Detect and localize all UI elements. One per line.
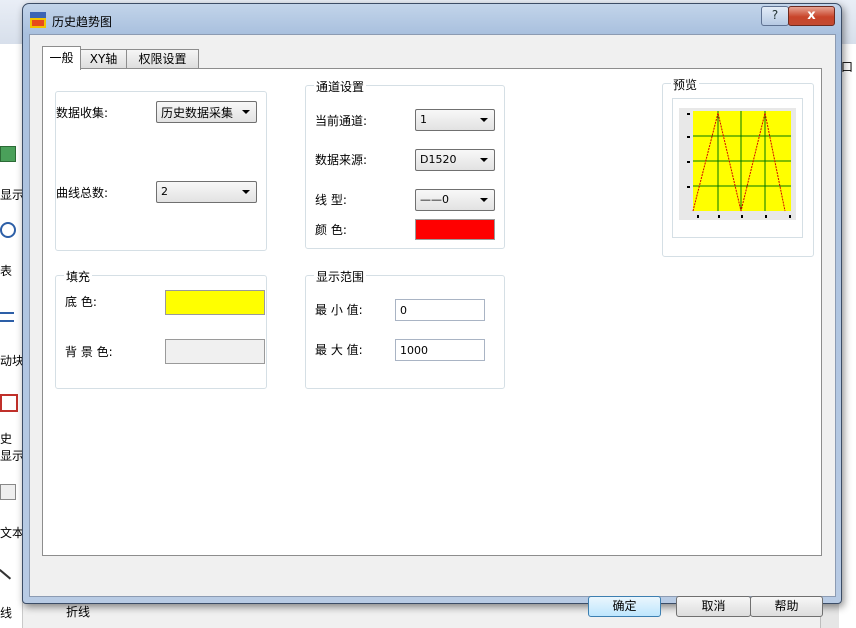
curve-count-label: 曲线总数: bbox=[56, 186, 109, 200]
chevron-down-icon bbox=[480, 198, 488, 202]
text-icon[interactable] bbox=[0, 484, 16, 500]
title-bar[interactable]: 历史趋势图 ? x bbox=[23, 4, 841, 32]
curve-count-combo[interactable]: 2 bbox=[156, 181, 257, 203]
max-value-text: 1000 bbox=[400, 344, 428, 357]
palette-label: 文本 bbox=[0, 526, 25, 540]
general-tab-panel: 数据收集: 历史数据采集 曲线总数: 2 通道设置 当前通道: 1 数据来源: … bbox=[42, 68, 822, 556]
background-color-swatch[interactable] bbox=[165, 339, 265, 364]
gauge-icon[interactable] bbox=[0, 222, 16, 238]
chevron-down-icon bbox=[480, 158, 488, 162]
data-collect-value: 历史数据采集 bbox=[161, 106, 234, 120]
dialog-client-area: 一般 XY轴 权限设置 数据收集: 历史数据采集 曲线总数: 2 通道设置 当前… bbox=[29, 34, 836, 617]
tab-permissions[interactable]: 权限设置 bbox=[126, 49, 199, 69]
help-button[interactable]: 帮助 bbox=[750, 596, 823, 617]
palette-label: 折线 bbox=[66, 605, 91, 619]
preview-box bbox=[672, 98, 803, 238]
close-button[interactable]: x bbox=[788, 6, 835, 26]
tab-xy-axis[interactable]: XY轴 bbox=[79, 49, 128, 69]
dialog-title: 历史趋势图 bbox=[52, 15, 113, 29]
fill-group: 填充 底 色: 背 景 色: bbox=[55, 268, 267, 389]
trend-preview bbox=[679, 108, 796, 220]
app-icon bbox=[30, 12, 46, 28]
color-label: 颜 色: bbox=[315, 223, 347, 237]
max-value-label: 最 大 值: bbox=[315, 343, 363, 357]
display-range-title: 显示范围 bbox=[314, 268, 367, 285]
min-value-text: 0 bbox=[400, 304, 407, 317]
current-channel-value: 1 bbox=[420, 113, 427, 126]
line-type-value: ——0 bbox=[420, 193, 449, 206]
trend-icon[interactable] bbox=[0, 146, 16, 162]
cancel-button[interactable]: 取消 bbox=[676, 596, 751, 617]
component-palette: 显示 表 动块 史 显示 文本 线 bbox=[0, 44, 25, 628]
background-color-label: 背 景 色: bbox=[65, 345, 113, 359]
data-source-combo[interactable]: D1520 bbox=[415, 149, 495, 171]
history-icon[interactable] bbox=[0, 394, 18, 412]
palette-label: 表 bbox=[0, 264, 13, 278]
min-value-input[interactable]: 0 bbox=[395, 299, 485, 321]
chevron-down-icon bbox=[480, 118, 488, 122]
slider-icon[interactable] bbox=[0, 312, 14, 322]
line-icon[interactable] bbox=[0, 564, 15, 580]
data-collection-group: 数据收集: 历史数据采集 曲线总数: 2 bbox=[55, 91, 267, 251]
history-trend-dialog: 历史趋势图 ? x 一般 XY轴 权限设置 数据收集: 历史数据采集 曲线总数:… bbox=[22, 3, 842, 617]
palette-label: 史 bbox=[0, 432, 13, 446]
palette-label: 线 bbox=[0, 606, 13, 620]
data-source-label: 数据来源: bbox=[315, 153, 368, 167]
preview-group: 预览 bbox=[662, 76, 814, 257]
ok-button[interactable]: 确定 bbox=[588, 596, 661, 617]
chevron-down-icon bbox=[242, 190, 250, 194]
display-range-group: 显示范围 最 小 值: 0 最 大 值: 1000 bbox=[305, 268, 505, 389]
current-channel-combo[interactable]: 1 bbox=[415, 109, 495, 131]
current-channel-label: 当前通道: bbox=[315, 114, 368, 128]
chevron-down-icon bbox=[242, 110, 250, 114]
line-type-combo[interactable]: ——0 bbox=[415, 189, 495, 211]
right-label: 口 bbox=[841, 60, 854, 74]
max-value-input[interactable]: 1000 bbox=[395, 339, 485, 361]
fill-title: 填充 bbox=[64, 268, 93, 285]
preview-title: 预览 bbox=[671, 76, 700, 93]
help-title-button[interactable]: ? bbox=[761, 6, 789, 26]
palette-label: 显示 bbox=[0, 188, 25, 202]
line-color-swatch[interactable] bbox=[415, 219, 495, 240]
palette-label: 动块 bbox=[0, 354, 25, 368]
min-value-label: 最 小 值: bbox=[315, 303, 363, 317]
channel-settings-group: 通道设置 当前通道: 1 数据来源: D1520 线 型: ——0 颜 色: bbox=[305, 78, 505, 249]
data-source-value: D1520 bbox=[420, 153, 457, 166]
curve-count-value: 2 bbox=[161, 185, 168, 198]
data-collect-label: 数据收集: bbox=[56, 106, 109, 120]
channel-settings-title: 通道设置 bbox=[314, 78, 367, 95]
tab-general[interactable]: 一般 bbox=[42, 46, 81, 70]
bottom-color-swatch[interactable] bbox=[165, 290, 265, 315]
data-collect-combo[interactable]: 历史数据采集 bbox=[156, 101, 257, 123]
bottom-color-label: 底 色: bbox=[65, 295, 97, 309]
palette-label: 显示 bbox=[0, 449, 25, 463]
line-type-label: 线 型: bbox=[315, 193, 347, 207]
